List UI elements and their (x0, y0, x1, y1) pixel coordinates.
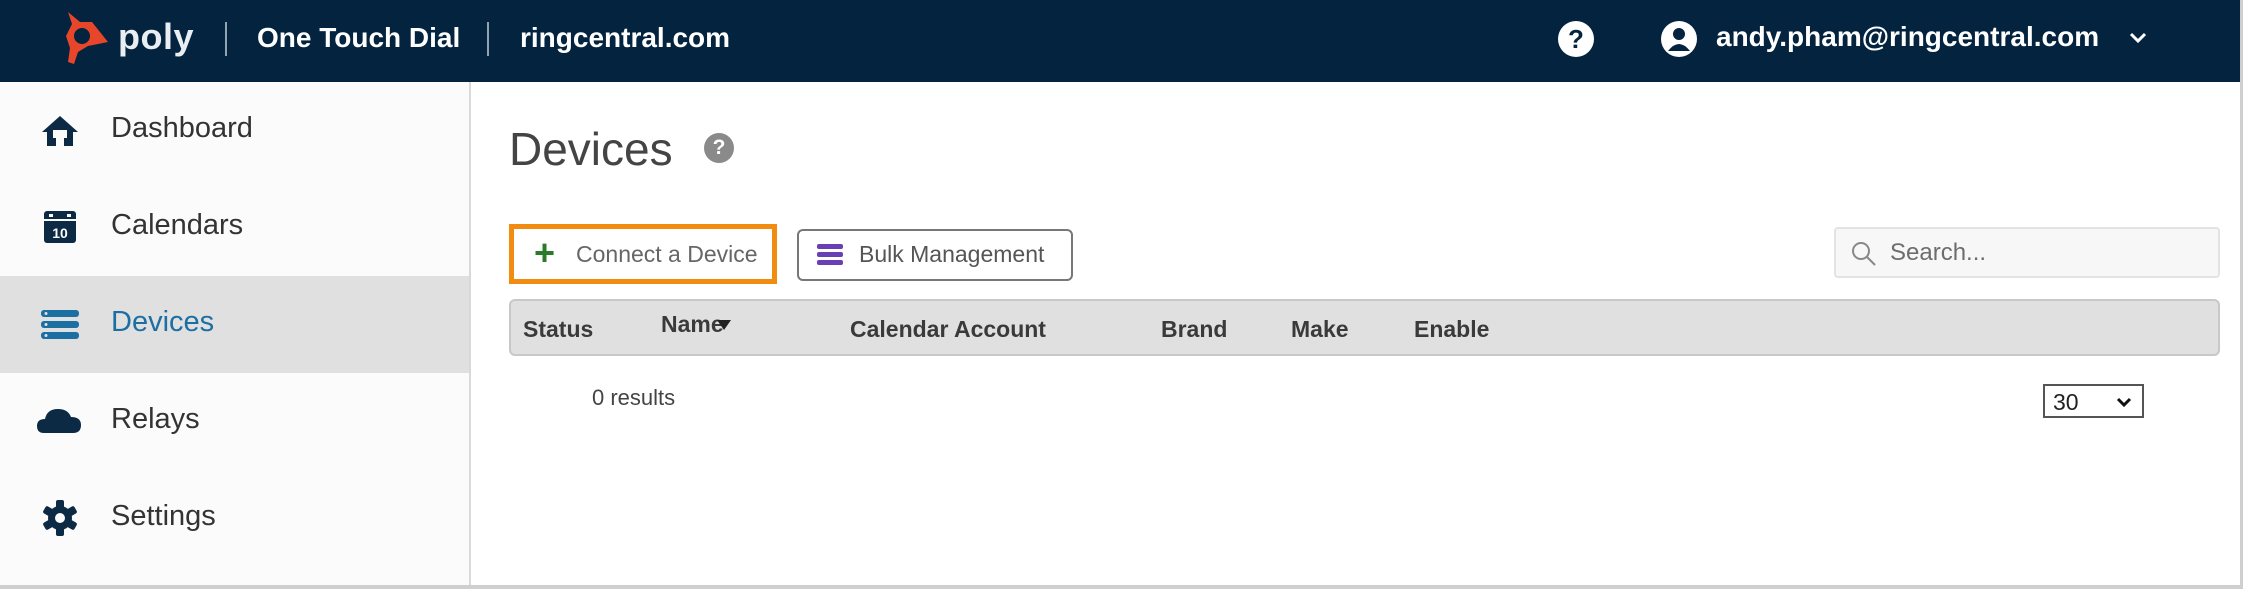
table-header: Status Name Calendar Account Brand Make … (509, 299, 2220, 356)
sidebar-item-label: Dashboard (111, 112, 253, 144)
sidebar: Dashboard 10 Calendars Devices Relays Se… (0, 82, 471, 585)
results-count: 0 results (592, 385, 676, 410)
gear-icon (43, 500, 77, 536)
bulk-management-label: Bulk Management (859, 241, 1045, 267)
user-icon[interactable] (1661, 21, 1697, 57)
server-list-icon (41, 310, 79, 339)
search-box[interactable] (1834, 227, 2220, 278)
column-enable[interactable]: Enable (1414, 316, 1489, 343)
poly-logo-icon (66, 12, 108, 64)
divider (225, 22, 227, 56)
page-size-select[interactable]: 30 (2043, 384, 2144, 418)
sidebar-item-devices[interactable]: Devices (0, 276, 469, 373)
list-icon (817, 244, 843, 265)
page-size-value: 30 (2053, 389, 2079, 415)
sidebar-item-calendars[interactable]: 10 Calendars (0, 179, 469, 276)
home-icon (42, 116, 78, 146)
sidebar-item-label: Calendars (111, 209, 244, 241)
sidebar-item-label: Devices (111, 306, 215, 338)
sidebar-item-relays[interactable]: Relays (0, 373, 469, 470)
sidebar-item-dashboard[interactable]: Dashboard (0, 82, 469, 179)
page-title: Devices (509, 123, 673, 175)
calendar-icon: 10 (44, 211, 76, 243)
app-title: One Touch Dial (257, 22, 461, 53)
app-window: poly One Touch Dial ringcentral.com ? an… (0, 0, 2243, 589)
calendar-day: 10 (52, 225, 68, 241)
top-bar: poly One Touch Dial ringcentral.com ? an… (0, 0, 2240, 82)
chevron-down-icon[interactable] (2126, 26, 2150, 50)
cloud-icon (37, 409, 81, 433)
search-input[interactable] (1890, 235, 2210, 271)
chevron-down-icon (2116, 397, 2132, 408)
bulk-management-button[interactable]: Bulk Management (797, 229, 1073, 281)
connect-device-label: Connect a Device (576, 241, 758, 267)
column-name[interactable]: Name (661, 311, 724, 338)
column-status[interactable]: Status (523, 316, 593, 343)
sidebar-item-label: Settings (111, 500, 216, 532)
connect-device-button[interactable]: + Connect a Device (509, 224, 777, 284)
column-brand[interactable]: Brand (1161, 316, 1227, 343)
brand-name: poly (118, 16, 195, 57)
plus-icon: + (534, 232, 556, 273)
sidebar-item-settings[interactable]: Settings (0, 470, 469, 567)
column-make[interactable]: Make (1291, 316, 1349, 343)
help-icon[interactable]: ? (1558, 21, 1594, 57)
divider (487, 22, 489, 56)
sort-descending-icon[interactable] (716, 319, 732, 331)
sidebar-item-label: Relays (111, 403, 200, 435)
help-icon[interactable]: ? (704, 133, 734, 163)
main-content: Devices ? + Connect a Device Bulk Manage… (471, 82, 2240, 585)
column-calendar-account[interactable]: Calendar Account (850, 316, 1046, 343)
user-menu[interactable]: andy.pham@ringcentral.com (1716, 21, 2099, 53)
account-domain: ringcentral.com (520, 22, 731, 53)
search-icon (1852, 242, 1876, 266)
